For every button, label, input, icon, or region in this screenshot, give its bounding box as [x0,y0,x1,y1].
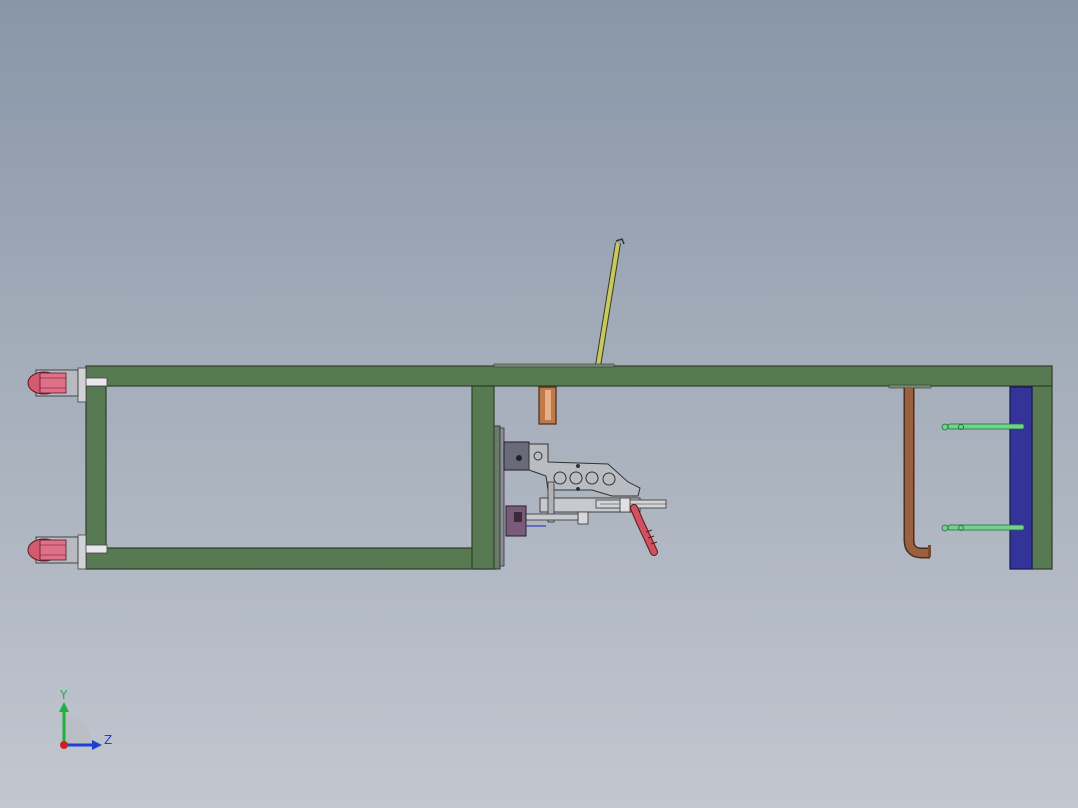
cad-model-viewport[interactable]: Y Z [0,0,1078,808]
right-post[interactable] [1031,385,1053,570]
y-axis-label: Y [59,688,68,702]
x-axis-dot [60,741,68,749]
coordinate-triad: Y Z [59,688,112,750]
top-beam[interactable] [85,365,1053,387]
inclined-rod[interactable] [595,238,625,367]
clamp-mount-block[interactable] [503,441,530,471]
z-axis-label: Z [104,733,112,747]
clamp-arm[interactable] [528,443,641,497]
middle-post[interactable] [471,385,495,570]
middle-plate[interactable] [493,425,501,570]
bottom-beam-left[interactable] [85,547,497,570]
bent-pipe[interactable] [903,388,931,559]
green-pin-upper[interactable] [941,423,1025,431]
toggle-clamp-assembly[interactable] [499,427,667,567]
copper-block[interactable] [538,386,557,425]
left-post[interactable] [85,385,107,549]
green-pin-lower[interactable] [941,524,1025,532]
blue-plate[interactable] [1009,386,1033,570]
